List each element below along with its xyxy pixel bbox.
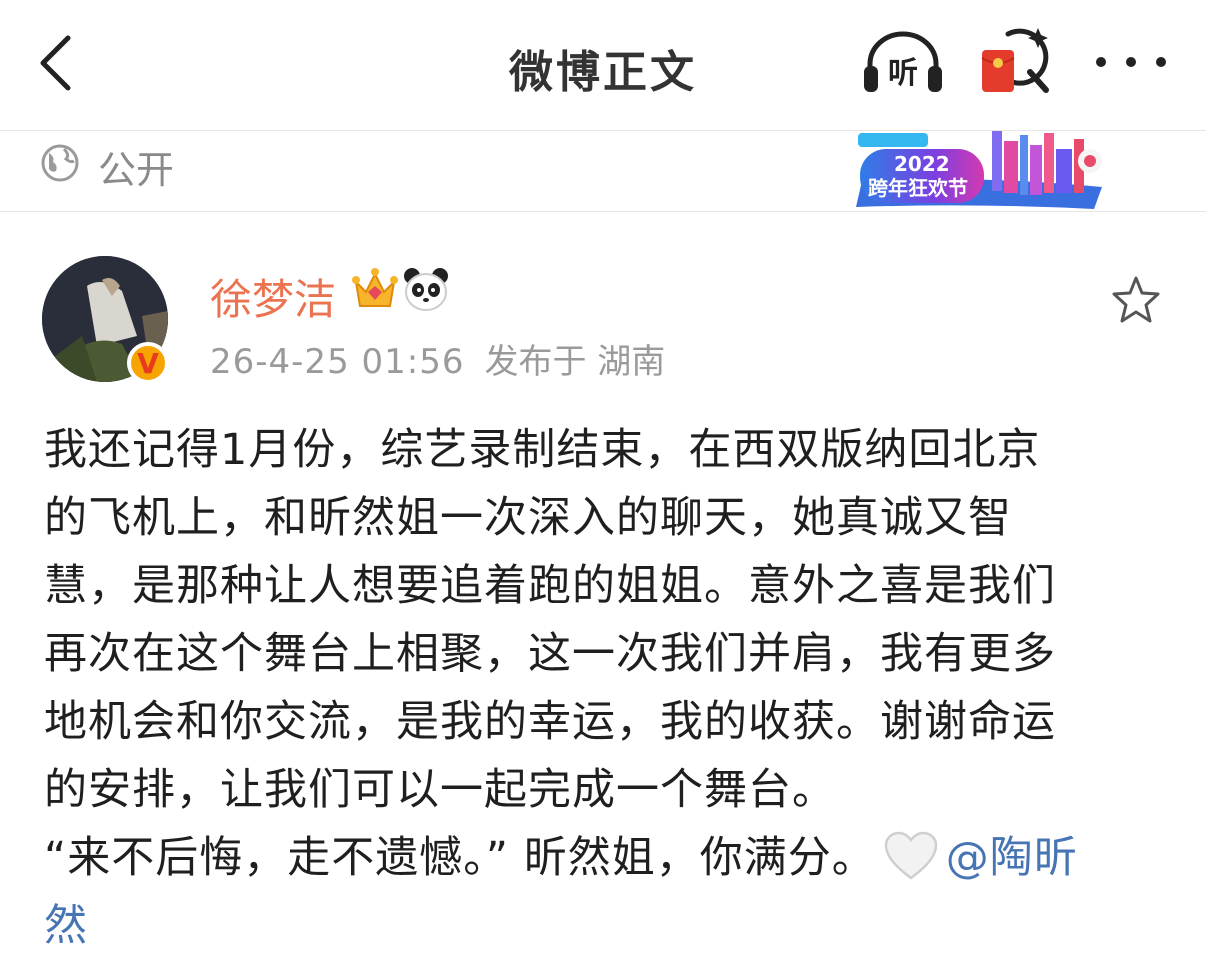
star-outline-icon[interactable] bbox=[1110, 274, 1162, 326]
red-envelope-search-button[interactable] bbox=[978, 26, 1054, 96]
post-body-line: 地机会和你交流，是我的幸运，我的收获。谢谢命运 bbox=[44, 697, 1056, 747]
post-time: 26-4-25 01:56 bbox=[210, 342, 465, 382]
post-body-line: 慧，是那种让人想要追着跑的姐姐。意外之喜是我们 bbox=[44, 561, 1056, 611]
post-body-line: 的安排，让我们可以一起完成一个舞台。 bbox=[44, 765, 836, 815]
post-meta: 26-4-25 01:56 发布于 湖南 bbox=[210, 334, 665, 383]
post-body-text: “来不后悔，走不遗憾。” 昕然姐，你满分。 bbox=[44, 833, 876, 883]
verified-badge: V bbox=[127, 342, 169, 384]
new-year-banner[interactable]: 2022 跨年狂欢节 bbox=[854, 131, 1104, 211]
visibility-label: 公开 bbox=[98, 148, 175, 192]
crown-icon bbox=[352, 268, 398, 307]
more-button[interactable] bbox=[1096, 48, 1166, 76]
more-dot bbox=[1156, 57, 1166, 67]
banner-year: 2022 bbox=[894, 152, 950, 176]
banner-text: 跨年狂欢节 bbox=[868, 176, 968, 200]
post-location: 发布于 湖南 bbox=[484, 342, 666, 382]
listen-button[interactable]: 听 bbox=[860, 28, 946, 96]
visibility-row: 公开 2022 跨年狂欢节 bbox=[0, 131, 1206, 212]
post-body-line: 然 bbox=[44, 892, 1174, 960]
top-nav-bar: 微博正文 听 bbox=[0, 0, 1206, 131]
mention-link[interactable]: @陶昕 bbox=[946, 833, 1078, 883]
post-body-last-line: “来不后悔，走不遗憾。” 昕然姐，你满分。 @陶昕 bbox=[44, 824, 1174, 892]
globe-icon bbox=[41, 144, 79, 182]
white-heart-icon bbox=[884, 831, 937, 880]
more-dot bbox=[1096, 57, 1106, 67]
post-body-line: 再次在这个舞台上相聚，这一次我们并肩，我有更多 bbox=[44, 629, 1056, 679]
panda-icon bbox=[404, 268, 448, 311]
listen-label: 听 bbox=[888, 56, 918, 91]
post-body-line: 我还记得1月份，综艺录制结束，在西双版纳回北京 bbox=[44, 425, 1041, 475]
post-body: 我还记得1月份，综艺录制结束，在西双版纳回北京 的飞机上，和昕然姐一次深入的聊天… bbox=[44, 416, 1174, 960]
mention-link-continued[interactable]: 然 bbox=[44, 901, 88, 951]
username[interactable]: 徐梦洁 bbox=[210, 266, 336, 327]
red-envelope-search-icon bbox=[981, 28, 1049, 93]
more-dot bbox=[1126, 57, 1136, 67]
post-body-line: 的飞机上，和昕然姐一次深入的聊天，她真诚又智 bbox=[44, 493, 1012, 543]
